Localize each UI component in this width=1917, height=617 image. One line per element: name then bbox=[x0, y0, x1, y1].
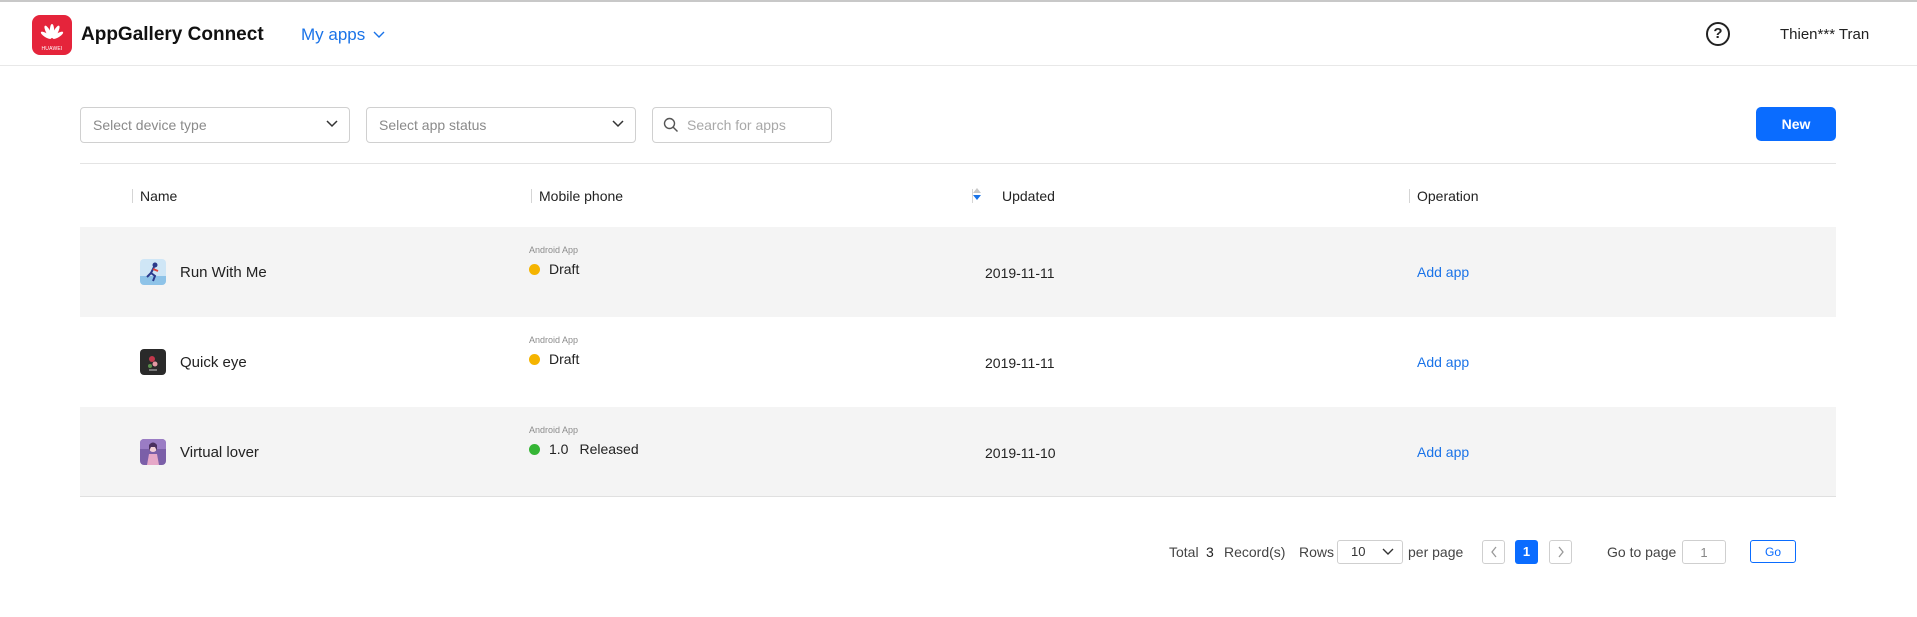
column-header-operation-label: Operation bbox=[1417, 188, 1479, 204]
status-label: Draft bbox=[549, 261, 580, 277]
device-type-select[interactable]: Select device type bbox=[80, 107, 350, 143]
status-label: Draft bbox=[549, 351, 580, 367]
chevron-down-icon bbox=[326, 120, 338, 128]
column-header-name[interactable]: Name bbox=[132, 188, 178, 204]
user-name[interactable]: Thien*** Tran bbox=[1780, 26, 1869, 43]
runner-app-icon bbox=[140, 259, 166, 285]
current-page-button[interactable]: 1 bbox=[1515, 540, 1538, 564]
sort-icon[interactable] bbox=[972, 186, 982, 202]
status-dot-icon bbox=[529, 443, 540, 455]
next-page-button[interactable] bbox=[1549, 540, 1572, 564]
apps-table: Name Mobile phone Updated Operation Run … bbox=[80, 163, 1836, 497]
status-dot-icon bbox=[529, 263, 540, 275]
records-label: Record(s) bbox=[1224, 544, 1286, 560]
add-app-link[interactable]: Add app bbox=[1417, 264, 1469, 280]
app-name[interactable]: Virtual lover bbox=[180, 444, 259, 461]
add-app-link[interactable]: Add app bbox=[1417, 354, 1469, 370]
quick-eye-app-icon bbox=[140, 349, 166, 375]
new-app-button[interactable]: New bbox=[1756, 107, 1836, 141]
rows-per-page-value: 10 bbox=[1351, 544, 1366, 559]
add-app-link[interactable]: Add app bbox=[1417, 444, 1469, 460]
app-status: Draft bbox=[529, 351, 579, 367]
search-icon bbox=[663, 117, 678, 132]
chevron-down-icon bbox=[612, 120, 624, 128]
total-count: 3 bbox=[1206, 544, 1214, 560]
app-version: 1.0 bbox=[549, 441, 569, 457]
table-row[interactable]: Run With Me Android App Draft 2019-11-11… bbox=[80, 227, 1836, 317]
status-dot-icon bbox=[529, 353, 540, 365]
go-to-page-label: Go to page bbox=[1607, 544, 1677, 560]
column-header-updated-label: Updated bbox=[1002, 188, 1055, 204]
column-header-mobile-phone-label: Mobile phone bbox=[539, 188, 624, 204]
app-status: 1.0 Released bbox=[529, 441, 639, 457]
rows-label: Rows bbox=[1299, 544, 1335, 560]
app-type: Android App bbox=[529, 335, 579, 345]
huawei-logo-icon[interactable]: HUAWEI bbox=[32, 15, 72, 55]
updated-date: 2019-11-10 bbox=[985, 445, 1056, 461]
logo-brand-text: HUAWEI bbox=[41, 46, 63, 52]
app-type: Android App bbox=[529, 245, 579, 255]
column-header-updated[interactable]: Updated bbox=[972, 188, 1055, 204]
app-title: AppGallery Connect bbox=[81, 24, 264, 45]
go-to-page-input[interactable] bbox=[1682, 540, 1726, 564]
table-header: Name Mobile phone Updated Operation bbox=[80, 163, 1836, 227]
table-row[interactable]: Quick eye Android App Draft 2019-11-11 A… bbox=[80, 317, 1836, 407]
updated-date: 2019-11-11 bbox=[985, 265, 1055, 281]
chevron-down-icon bbox=[1382, 548, 1394, 555]
chevron-down-icon bbox=[373, 31, 385, 38]
virtual-lover-app-icon bbox=[140, 439, 166, 465]
per-page-label: per page bbox=[1408, 544, 1464, 560]
column-header-mobile-phone[interactable]: Mobile phone bbox=[531, 188, 624, 204]
app-name[interactable]: Quick eye bbox=[180, 354, 247, 371]
top-header: HUAWEI AppGallery Connect My apps ? Thie… bbox=[0, 2, 1917, 66]
updated-date: 2019-11-11 bbox=[985, 355, 1055, 371]
column-divider bbox=[531, 189, 532, 203]
chevron-left-icon bbox=[1490, 546, 1497, 558]
go-button[interactable]: Go bbox=[1750, 540, 1796, 563]
my-apps-label: My apps bbox=[301, 25, 366, 44]
search-box[interactable] bbox=[652, 107, 832, 143]
app-status: Draft bbox=[529, 261, 579, 277]
app-name[interactable]: Run With Me bbox=[180, 264, 267, 281]
help-icon[interactable]: ? bbox=[1706, 22, 1730, 46]
rows-per-page-select[interactable]: 10 bbox=[1337, 540, 1403, 564]
device-type-placeholder: Select device type bbox=[93, 117, 207, 133]
app-status-placeholder: Select app status bbox=[379, 117, 487, 133]
my-apps-menu[interactable]: My apps bbox=[301, 25, 385, 45]
column-divider bbox=[132, 189, 133, 203]
status-label: Released bbox=[579, 441, 639, 457]
search-input[interactable] bbox=[687, 109, 827, 141]
total-label: Total bbox=[1169, 544, 1199, 560]
prev-page-button[interactable] bbox=[1482, 540, 1505, 564]
app-type: Android App bbox=[529, 425, 579, 435]
table-row[interactable]: Virtual lover Android App 1.0 Released 2… bbox=[80, 407, 1836, 497]
column-header-operation: Operation bbox=[1409, 188, 1479, 204]
column-divider bbox=[1409, 189, 1410, 203]
column-header-name-label: Name bbox=[140, 188, 178, 204]
chevron-right-icon bbox=[1557, 546, 1564, 558]
app-status-select[interactable]: Select app status bbox=[366, 107, 636, 143]
